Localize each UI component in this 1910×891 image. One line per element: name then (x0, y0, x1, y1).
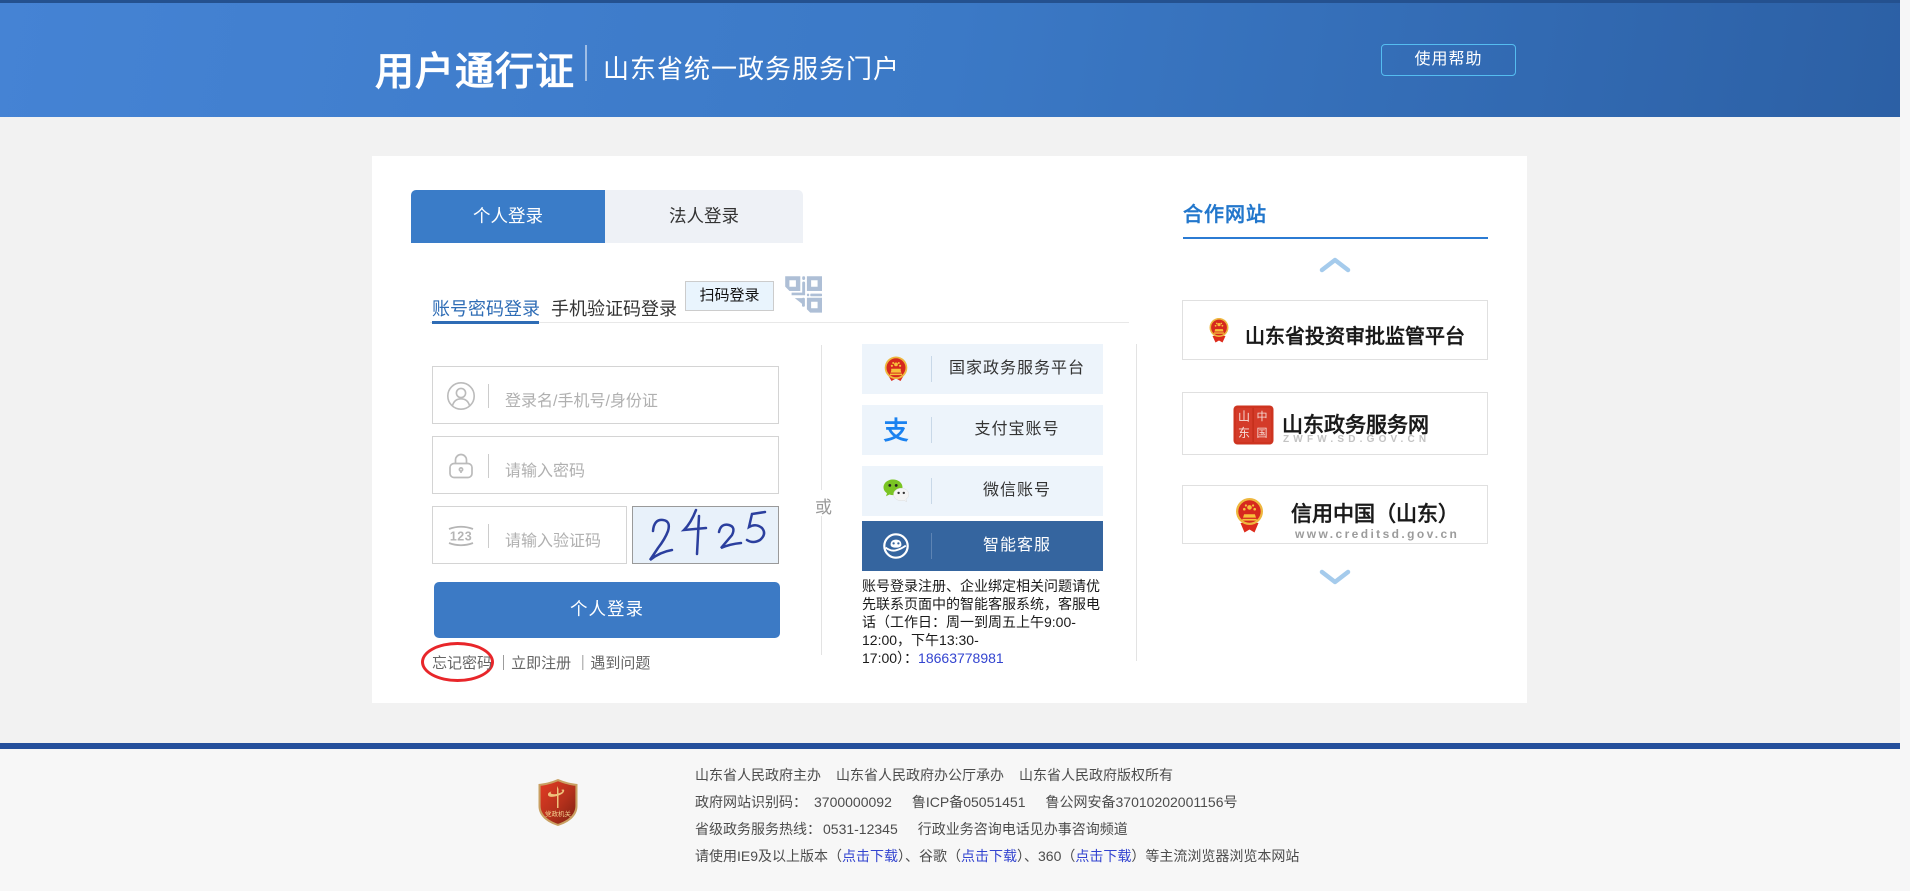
svg-text:山: 山 (1238, 410, 1250, 424)
svg-text:国: 国 (1257, 427, 1268, 440)
svg-text:123: 123 (450, 530, 472, 544)
svg-text:东: 东 (1238, 426, 1250, 440)
svg-text:支: 支 (883, 417, 908, 444)
svg-text:党政机关: 党政机关 (545, 809, 572, 818)
svg-text:中: 中 (1257, 410, 1268, 423)
